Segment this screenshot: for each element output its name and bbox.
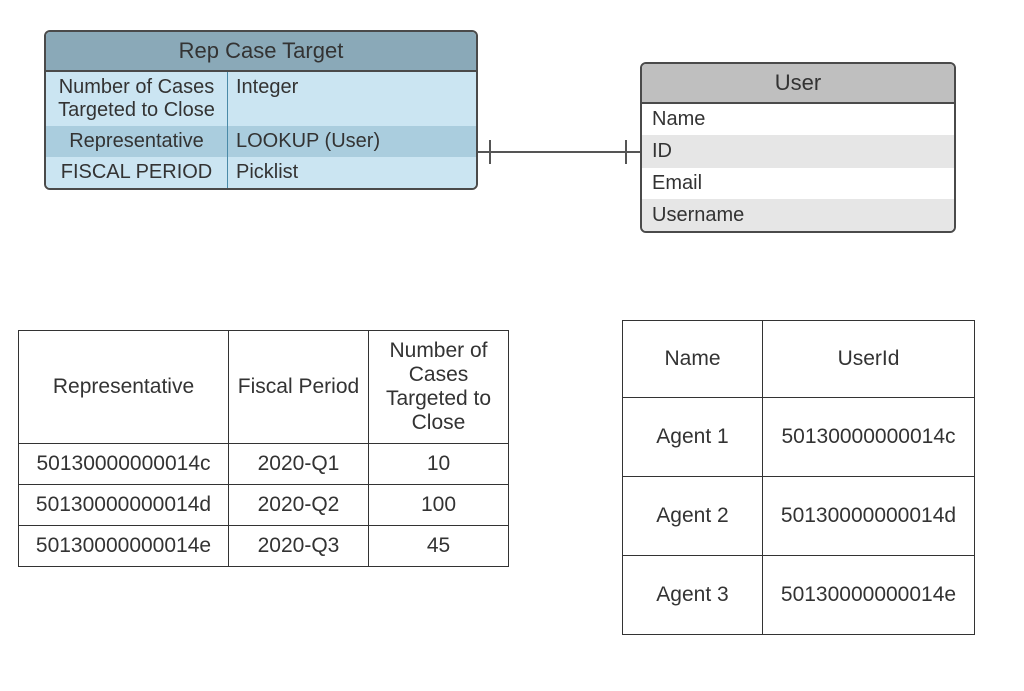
table-header-row: Representative Fiscal Period Number of C…	[19, 331, 509, 444]
entity-row: ID	[642, 135, 954, 167]
table-header-row: Name UserId	[623, 321, 975, 398]
entity-row: Name	[642, 104, 954, 135]
cell: Agent 2	[623, 477, 763, 556]
cell: 50130000000014c	[19, 444, 229, 485]
field-type: Integer	[228, 72, 476, 126]
field-label: Number of Cases Targeted to Close	[46, 72, 228, 126]
entity-row: FISCAL PERIOD Picklist	[46, 157, 476, 188]
field-label: Name	[642, 104, 954, 135]
col-header: Name	[623, 321, 763, 398]
table-row: Agent 2 50130000000014d	[623, 477, 975, 556]
relationship-connector	[476, 132, 642, 172]
cell: Agent 1	[623, 398, 763, 477]
cell: 50130000000014d	[19, 485, 229, 526]
table-row: 50130000000014e 2020-Q3 45	[19, 526, 509, 567]
entity-row: Number of Cases Targeted to Close Intege…	[46, 72, 476, 126]
cell: 50130000000014d	[763, 477, 975, 556]
cell: 50130000000014e	[763, 556, 975, 635]
entity-header: Rep Case Target	[46, 32, 476, 72]
entity-row: Representative LOOKUP (User)	[46, 126, 476, 157]
cell: 100	[369, 485, 509, 526]
entity-header: User	[642, 64, 954, 104]
col-header: Representative	[19, 331, 229, 444]
entity-rep-case-target: Rep Case Target Number of Cases Targeted…	[44, 30, 478, 190]
table-row: Agent 3 50130000000014e	[623, 556, 975, 635]
col-header: Fiscal Period	[229, 331, 369, 444]
entity-title: Rep Case Target	[179, 38, 344, 63]
entity-title: User	[775, 70, 821, 95]
entity-row: Email	[642, 167, 954, 199]
field-label: Representative	[46, 126, 228, 157]
cell: 2020-Q1	[229, 444, 369, 485]
col-header: Number of Cases Targeted to Close	[369, 331, 509, 444]
field-label: FISCAL PERIOD	[46, 157, 228, 188]
cell: 45	[369, 526, 509, 567]
field-label: ID	[642, 136, 954, 167]
cell: Agent 3	[623, 556, 763, 635]
cell: 50130000000014c	[763, 398, 975, 477]
rep-data-table: Representative Fiscal Period Number of C…	[18, 330, 509, 567]
entity-row: Username	[642, 199, 954, 231]
field-label: Email	[642, 168, 954, 199]
field-type: LOOKUP (User)	[228, 126, 476, 157]
entity-user: User Name ID Email Username	[640, 62, 956, 233]
cell: 50130000000014e	[19, 526, 229, 567]
user-data-table: Name UserId Agent 1 50130000000014c Agen…	[622, 320, 975, 635]
cell: 2020-Q2	[229, 485, 369, 526]
field-label: Username	[642, 200, 954, 231]
field-type: Picklist	[228, 157, 476, 188]
cell: 2020-Q3	[229, 526, 369, 567]
table-row: 50130000000014d 2020-Q2 100	[19, 485, 509, 526]
col-header: UserId	[763, 321, 975, 398]
table-row: 50130000000014c 2020-Q1 10	[19, 444, 509, 485]
cell: 10	[369, 444, 509, 485]
table-row: Agent 1 50130000000014c	[623, 398, 975, 477]
diagram-canvas: Rep Case Target Number of Cases Targeted…	[0, 0, 1024, 691]
